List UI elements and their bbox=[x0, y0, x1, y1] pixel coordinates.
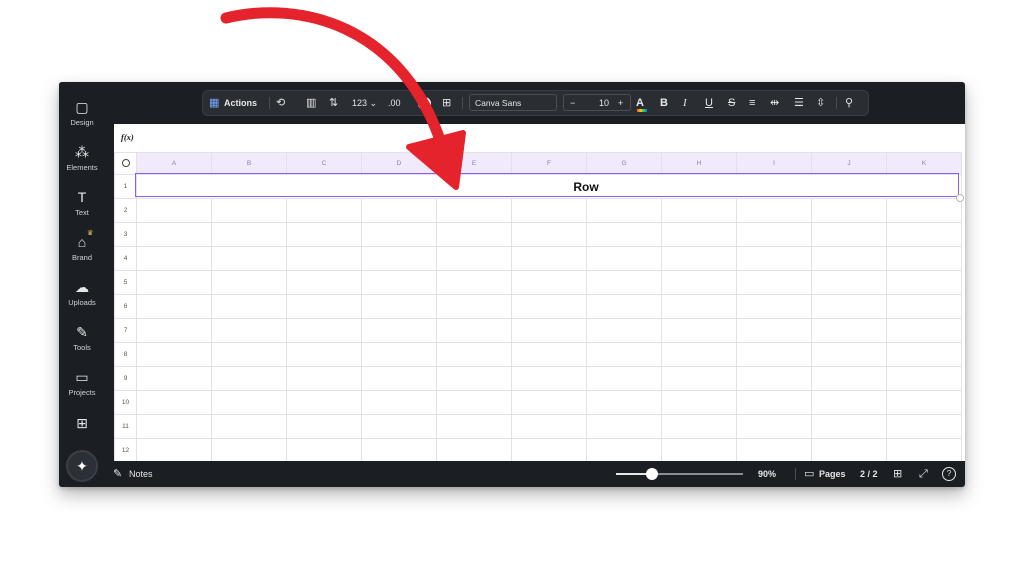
annotation-arrow bbox=[220, 7, 466, 190]
arrow-shaft bbox=[220, 7, 446, 146]
arrow-head bbox=[406, 130, 466, 190]
